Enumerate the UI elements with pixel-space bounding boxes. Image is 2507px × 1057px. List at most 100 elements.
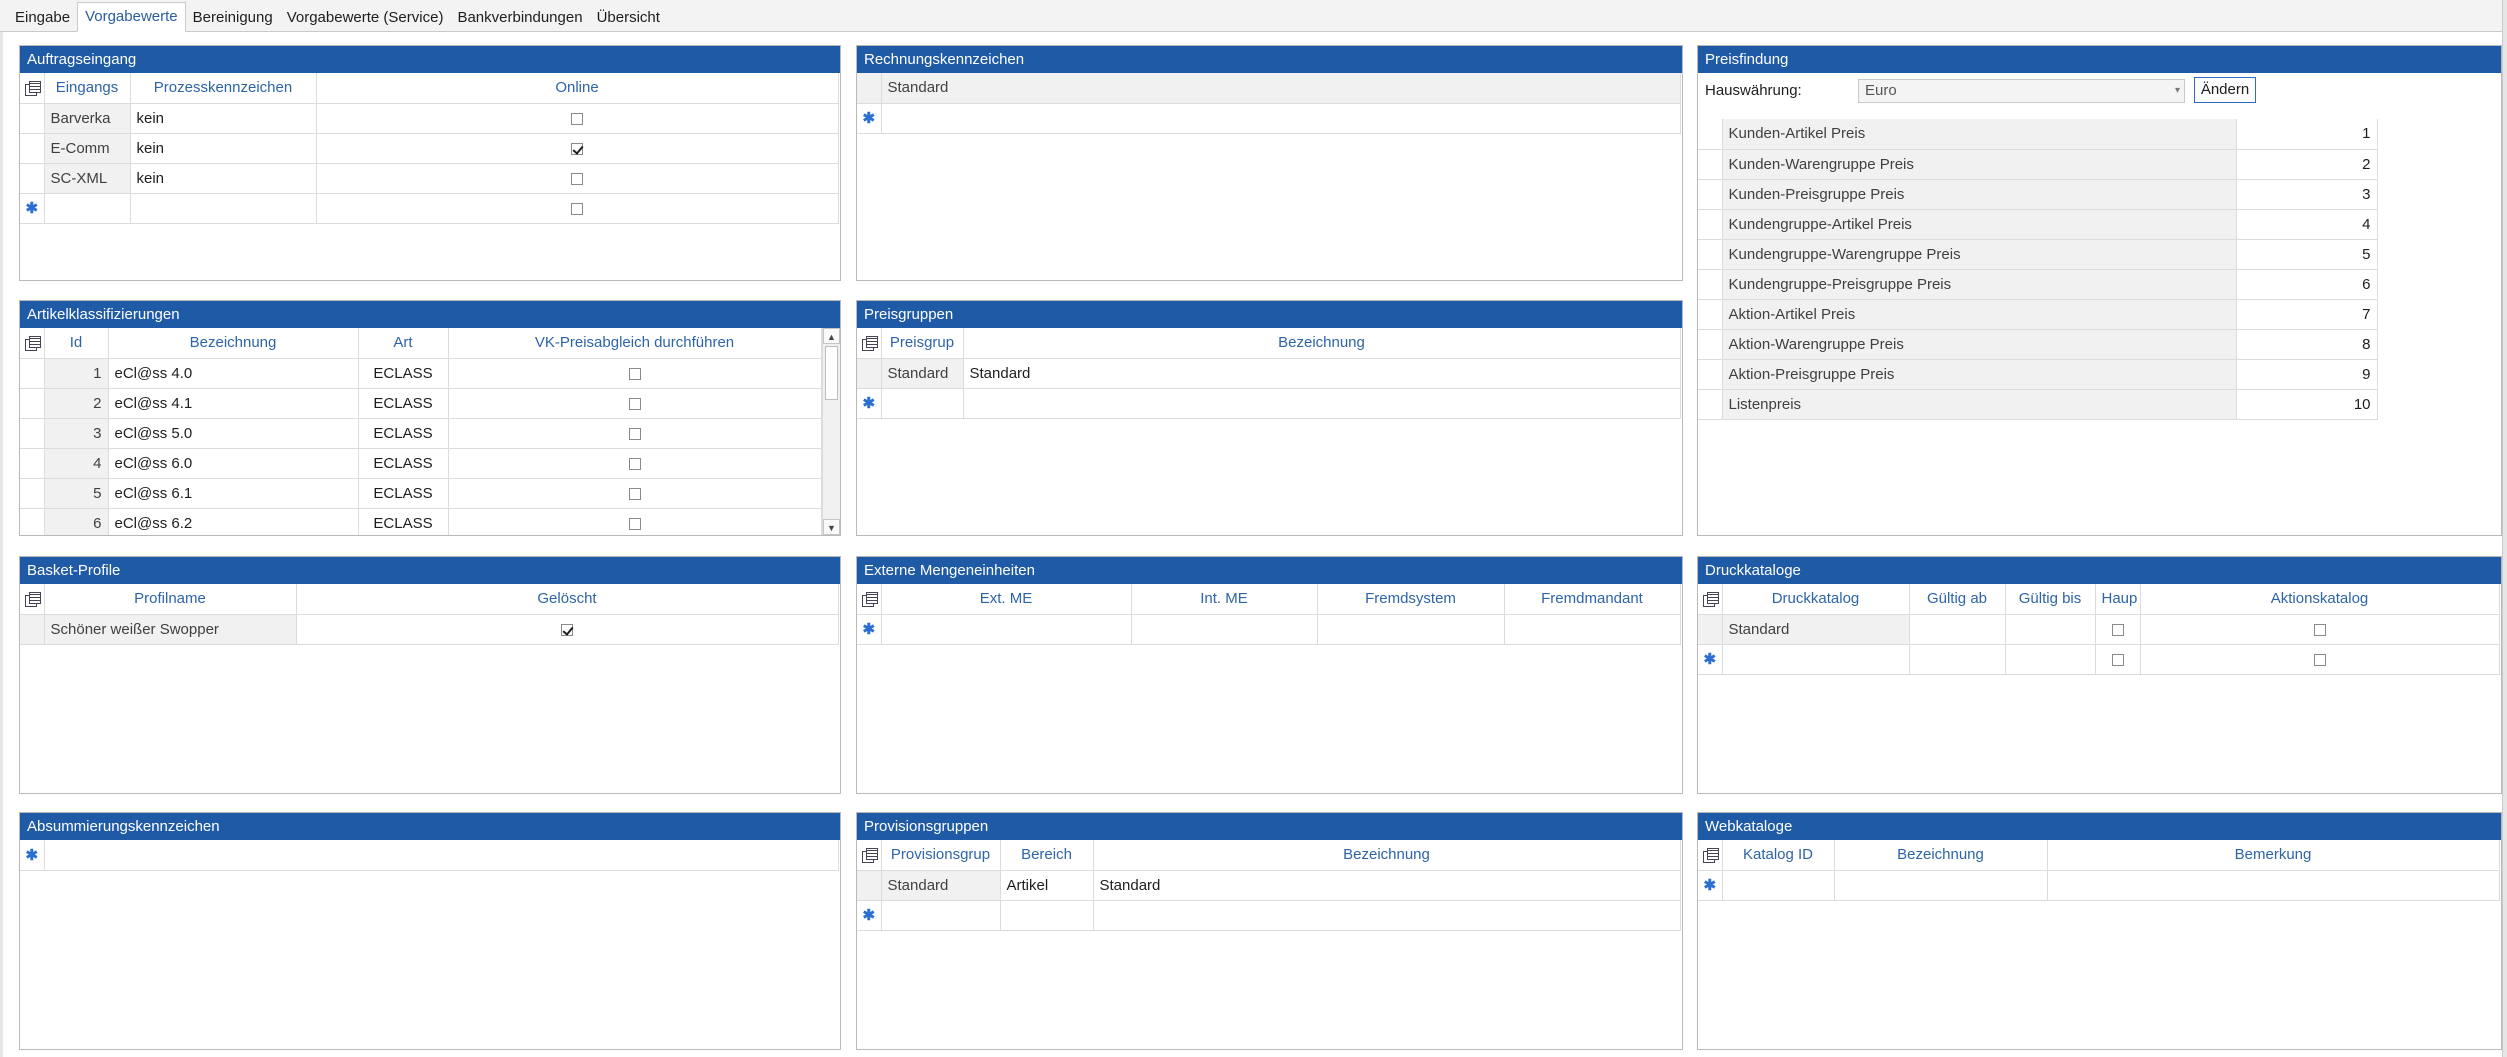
vk-preisabgleich-checkbox[interactable] [628, 457, 641, 470]
column-header-online[interactable]: Online [316, 73, 839, 104]
tab-bankverbindungen[interactable]: Bankverbindungen [450, 5, 589, 31]
cell-bezeichnung[interactable]: eCl@ss 6.2 [108, 508, 359, 535]
aktionskatalog-checkbox[interactable] [2313, 623, 2326, 636]
cell-bezeichnung[interactable]: Standard [1093, 870, 1681, 901]
cell-rang[interactable]: 4 [2236, 209, 2378, 240]
cell-eingang[interactable]: SC-XML [44, 163, 131, 194]
cell-preisart[interactable]: Kundengruppe-Artikel Preis [1722, 209, 2237, 240]
cell-preisart[interactable]: Kundengruppe-Preisgruppe Preis [1722, 269, 2237, 300]
vertical-scrollbar[interactable]: ▲ ▼ [822, 328, 840, 535]
online-checkbox[interactable] [571, 112, 583, 125]
column-chooser-icon[interactable] [1698, 840, 1723, 871]
new-row[interactable]: ✱ [857, 103, 1681, 134]
cell-rang[interactable]: 3 [2236, 179, 2378, 210]
column-header-gueltig-ab[interactable]: Gültig ab [1909, 584, 2006, 615]
cell-id[interactable]: 1 [44, 358, 109, 389]
cell-gueltig-ab[interactable] [1909, 614, 2006, 645]
cell-art[interactable]: ECLASS [358, 388, 449, 419]
column-header-gueltig-bis[interactable]: Gültig bis [2005, 584, 2096, 615]
new-row[interactable]: ✱ [857, 900, 1681, 931]
hauswaehrung-select[interactable]: Euro ▾ [1858, 79, 2185, 103]
aendern-button[interactable]: Ändern [2194, 77, 2256, 103]
cell-rang[interactable]: 7 [2236, 299, 2378, 330]
scroll-down-icon[interactable]: ▼ [823, 519, 840, 535]
table-row[interactable]: Standard [1698, 614, 2500, 645]
cell-id[interactable]: 6 [44, 508, 109, 535]
vk-preisabgleich-checkbox[interactable] [628, 487, 641, 500]
table-row[interactable]: Barverka kein [20, 103, 839, 134]
table-row[interactable]: 6 eCl@ss 6.2 ECLASS [20, 508, 822, 535]
cell-preisart[interactable]: Kundengruppe-Warengruppe Preis [1722, 239, 2237, 270]
table-row[interactable]: Kunden-Warengruppe Preis 2 [1698, 149, 2378, 180]
new-row[interactable]: ✱ [20, 840, 839, 871]
cell-id[interactable]: 5 [44, 478, 109, 509]
column-header-aktionskatalog[interactable]: Aktionskatalog [2140, 584, 2500, 615]
tab-uebersicht[interactable]: Übersicht [590, 5, 667, 31]
column-header-druckkatalog[interactable]: Druckkatalog [1722, 584, 1910, 615]
new-row[interactable]: ✱ [1698, 644, 2500, 675]
column-chooser-icon[interactable] [857, 840, 882, 871]
column-header-provisionsgruppe[interactable]: Provisionsgrup [881, 840, 1001, 871]
cell-kennzeichen[interactable]: kein [130, 133, 317, 164]
new-row[interactable]: ✱ [857, 614, 1681, 645]
cell-preisart[interactable]: Kunden-Warengruppe Preis [1722, 149, 2237, 180]
online-checkbox[interactable] [571, 172, 583, 185]
online-checkbox[interactable] [571, 202, 583, 215]
cell-art[interactable]: ECLASS [358, 508, 449, 535]
cell-provisionsgruppe[interactable]: Standard [881, 870, 1001, 901]
scroll-up-icon[interactable]: ▲ [823, 328, 840, 344]
cell-profilname[interactable]: Schöner weißer Swopper [44, 614, 297, 645]
column-chooser-icon[interactable] [857, 328, 882, 359]
cell-art[interactable]: ECLASS [358, 418, 449, 449]
table-row[interactable]: Aktion-Warengruppe Preis 8 [1698, 329, 2378, 360]
vk-preisabgleich-checkbox[interactable] [628, 367, 641, 380]
column-header-preisgruppe[interactable]: Preisgrup [881, 328, 964, 359]
column-header-art[interactable]: Art [358, 328, 449, 359]
table-row[interactable]: Listenpreis 10 [1698, 389, 2378, 420]
cell-rang[interactable]: 8 [2236, 329, 2378, 360]
new-row[interactable]: ✱ [1698, 870, 2500, 901]
aktionskatalog-checkbox[interactable] [2313, 653, 2326, 666]
column-chooser-icon[interactable] [857, 584, 882, 615]
cell-gueltig-bis[interactable] [2005, 614, 2096, 645]
cell-art[interactable]: ECLASS [358, 448, 449, 479]
column-header-bereich[interactable]: Bereich [1000, 840, 1094, 871]
cell-rang[interactable]: 5 [2236, 239, 2378, 270]
column-header-vk-preisabgleich[interactable]: VK-Preisabgleich durchführen [448, 328, 822, 359]
scrollbar-thumb[interactable] [825, 346, 838, 400]
tab-vorgabewerte[interactable]: Vorgabewerte [77, 2, 186, 32]
tab-vorgabewerte-service[interactable]: Vorgabewerte (Service) [280, 5, 451, 31]
vk-preisabgleich-checkbox[interactable] [628, 427, 641, 440]
geloescht-checkbox[interactable] [561, 623, 573, 636]
cell-druckkatalog[interactable]: Standard [1722, 614, 1910, 645]
vk-preisabgleich-checkbox[interactable] [628, 517, 641, 530]
table-row[interactable]: E-Comm kein [20, 133, 839, 164]
cell-id[interactable]: 3 [44, 418, 109, 449]
column-header-bezeichnung[interactable]: Bezeichnung [963, 328, 1681, 359]
column-chooser-icon[interactable] [20, 584, 45, 615]
table-row[interactable]: Kunden-Artikel Preis 1 [1698, 119, 2378, 150]
table-row[interactable]: Kundengruppe-Artikel Preis 4 [1698, 209, 2378, 240]
table-row[interactable]: Schöner weißer Swopper [20, 614, 839, 645]
cell-rang[interactable]: 1 [2236, 119, 2378, 150]
table-row[interactable]: Kunden-Preisgruppe Preis 3 [1698, 179, 2378, 210]
column-header-haupt[interactable]: Haup [2095, 584, 2141, 615]
column-header-fremdsystem[interactable]: Fremdsystem [1317, 584, 1505, 615]
table-row[interactable]: Aktion-Artikel Preis 7 [1698, 299, 2378, 330]
table-row[interactable]: SC-XML kein [20, 163, 839, 194]
cell-rang[interactable]: 6 [2236, 269, 2378, 300]
cell-preisart[interactable]: Aktion-Warengruppe Preis [1722, 329, 2237, 360]
column-header-int-me[interactable]: Int. ME [1131, 584, 1318, 615]
cell-bereich[interactable]: Artikel [1000, 870, 1094, 901]
cell-rang[interactable]: 9 [2236, 359, 2378, 390]
new-row[interactable]: ✱ [857, 388, 1681, 419]
cell-preisart[interactable]: Listenpreis [1722, 389, 2237, 420]
column-header-fremdmandant[interactable]: Fremdmandant [1504, 584, 1681, 615]
cell-eingang[interactable]: Barverka [44, 103, 131, 134]
column-header-bezeichnung[interactable]: Bezeichnung [1093, 840, 1681, 871]
column-chooser-icon[interactable] [20, 328, 45, 359]
cell-rang[interactable]: 2 [2236, 149, 2378, 180]
column-header-bezeichnung[interactable]: Bezeichnung [1834, 840, 2048, 871]
cell-preisart[interactable]: Aktion-Artikel Preis [1722, 299, 2237, 330]
table-row[interactable]: Aktion-Preisgruppe Preis 9 [1698, 359, 2378, 390]
